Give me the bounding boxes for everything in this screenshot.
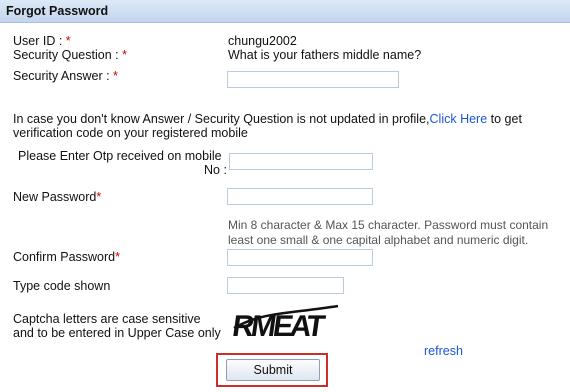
otp-input[interactable] (229, 153, 373, 170)
captcha-image: RMEAT (232, 304, 339, 343)
password-hint-line1: Min 8 character & Max 15 character. Pass… (228, 218, 549, 232)
otp-label-line2: No : (204, 163, 227, 177)
click-here-link[interactable]: Click Here (430, 112, 488, 126)
otp-label-line1: Please Enter Otp received on mobile (18, 149, 222, 163)
header-bar: Forgot Password (0, 0, 570, 23)
page-title: Forgot Password (6, 4, 109, 18)
security-answer-label: Security Answer : * (13, 69, 118, 83)
confirm-password-label: Confirm Password* (13, 250, 120, 264)
captcha-text: RMEAT (232, 310, 328, 343)
captcha-input-label: Type code shown (13, 279, 111, 293)
new-password-label: New Password* (13, 190, 102, 204)
captcha-input[interactable] (227, 277, 344, 294)
user-id-value: chungu2002 (228, 34, 297, 48)
password-hint-line2: least one small & one capital alphabet a… (228, 233, 529, 247)
new-password-input[interactable] (227, 188, 373, 205)
refresh-link[interactable]: refresh (424, 344, 463, 358)
otp-info-line2: verification code on your registered mob… (13, 126, 248, 140)
security-question-label: Security Question : * (13, 48, 127, 62)
otp-info-line1: In case you don't know Answer / Security… (13, 112, 522, 126)
submit-button[interactable]: Submit (226, 359, 320, 381)
user-id-label: User ID : * (13, 34, 71, 48)
captcha-note-line1: Captcha letters are case sensitive (13, 312, 201, 326)
security-question-value: What is your fathers middle name? (228, 48, 422, 62)
confirm-password-input[interactable] (227, 249, 373, 266)
security-answer-input[interactable] (227, 71, 399, 88)
captcha-note-line2: and to be entered in Upper Case only (13, 326, 221, 340)
